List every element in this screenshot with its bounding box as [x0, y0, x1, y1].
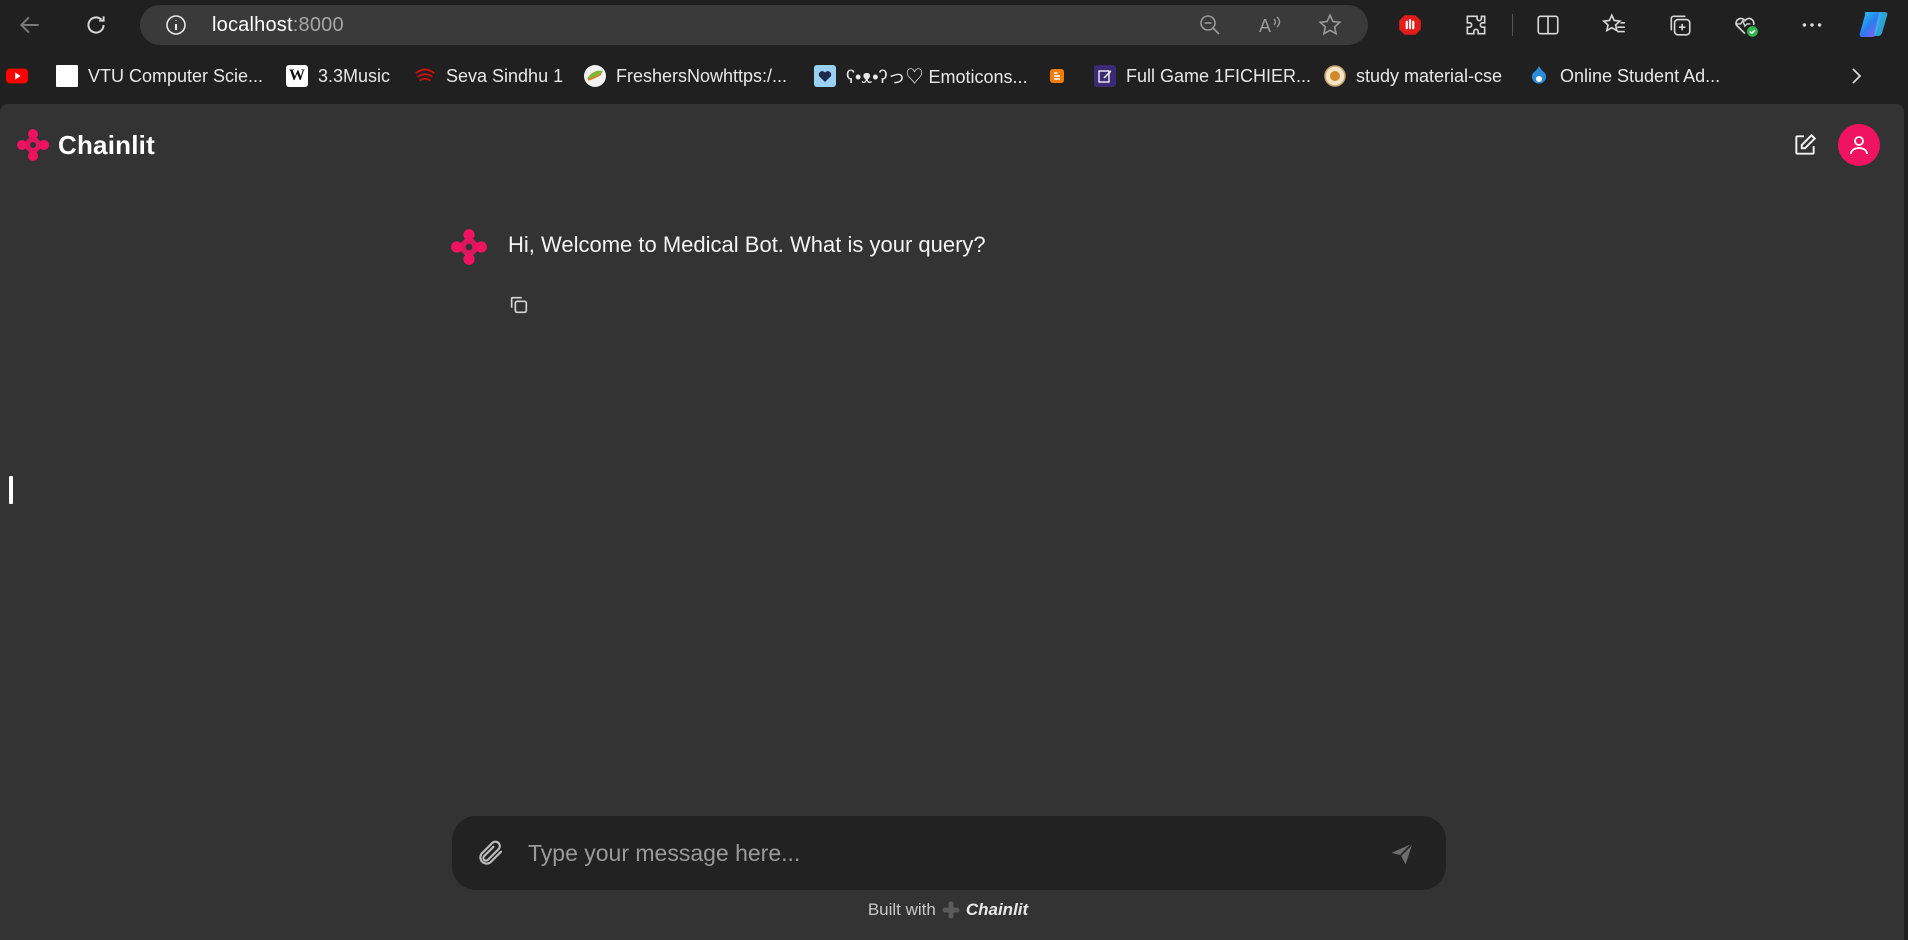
browser-essentials-heart-icon[interactable] [1728, 7, 1764, 43]
message-composer [452, 816, 1446, 890]
new-chat-button[interactable] [1790, 130, 1820, 160]
favorite-star-icon[interactable] [1312, 7, 1348, 43]
college-seal-icon [1324, 65, 1346, 87]
chainlit-page: Chainlit Hi, Welcome to Medical Bot. Wha… [0, 104, 1904, 940]
url-text[interactable]: localhost:8000 [212, 14, 344, 37]
copy-message-button[interactable] [506, 292, 532, 318]
copilot-icon[interactable] [1856, 6, 1892, 42]
built-with-footer[interactable]: Built with Chainlit [0, 900, 1896, 920]
blogger-icon [1046, 65, 1068, 87]
bookmark-label: FreshersNowhttps:/... [616, 65, 788, 86]
send-button[interactable] [1386, 838, 1418, 870]
favorites-icon[interactable] [1596, 7, 1632, 43]
brand-name: Chainlit [58, 129, 155, 160]
chevron-right-icon[interactable] [1838, 58, 1874, 94]
chainlit-logo: Chainlit [16, 128, 155, 162]
split-screen-icon[interactable] [1530, 7, 1566, 43]
drupal-icon [1528, 65, 1550, 87]
bookmark-full-game[interactable]: Full Game 1FICHIER... [1094, 57, 1311, 95]
bookmark-label: study material-cse [1356, 65, 1503, 86]
site-info-icon[interactable] [158, 7, 194, 43]
youtube-icon [6, 65, 28, 87]
bookmark-label: 3.3Music [318, 65, 391, 86]
edit-icon [1795, 133, 1817, 155]
chainlit-logo-icon [17, 129, 49, 161]
seva-sindhu-icon [414, 65, 436, 87]
back-arrow-icon[interactable] [12, 7, 48, 43]
bookmark-label: VTU Computer Scie... [88, 65, 264, 86]
url-port: :8000 [292, 13, 344, 36]
bookmark-study-material[interactable]: study material-cse [1324, 57, 1502, 95]
assistant-avatar [450, 228, 488, 266]
bookmark-label: Full Game 1FICHIER... [1126, 65, 1312, 86]
bookmark-freshersnow[interactable]: FreshersNowhttps:/... [584, 57, 787, 95]
address-bar[interactable]: localhost:8000 A [140, 5, 1368, 45]
built-with-text: Built with [867, 900, 936, 919]
bookmarks-bar: VTU Computer Scie... W 3.3Music Seva Sin… [0, 57, 1908, 95]
adblock-hand-icon[interactable] [1392, 7, 1428, 43]
paperclip-icon [479, 840, 503, 865]
bookmark-seva-sindhu[interactable]: Seva Sindhu 1 [414, 57, 563, 95]
refresh-icon[interactable] [78, 7, 114, 43]
freshersnow-icon [584, 65, 606, 87]
more-options-icon[interactable] [1794, 7, 1830, 43]
message-input[interactable] [528, 830, 1328, 876]
read-aloud-icon[interactable]: A [1252, 7, 1288, 43]
heart-icon [814, 65, 836, 87]
bookmark-label: Seva Sindhu 1 [446, 65, 564, 86]
edit-doc-icon [1094, 65, 1116, 87]
chainlit-avatar-icon [451, 229, 487, 265]
chainlit-small-logo-icon [942, 901, 960, 919]
built-with-brand: Chainlit [965, 900, 1029, 919]
copy-icon [510, 296, 528, 314]
bookmark-youtube[interactable] [6, 57, 38, 95]
bookmark-emoticons[interactable]: ʕ•ᴥ•ʔっ♡ Emoticons... [814, 57, 1028, 95]
bookmark-label: ʕ•ᴥ•ʔっ♡ Emoticons... [846, 67, 1028, 87]
bookmark-label: Online Student Ad... [1560, 65, 1721, 86]
bookmark-music[interactable]: W 3.3Music [286, 57, 390, 95]
browser-toolbar: localhost:8000 A [0, 0, 1908, 50]
browser-window: localhost:8000 A VTU Computer Scie... W … [0, 0, 1908, 940]
text-cursor [9, 476, 13, 504]
blank-page-icon [56, 65, 78, 87]
url-host: localhost [212, 13, 293, 36]
user-icon [1850, 136, 1868, 155]
bookmark-blogger[interactable] [1046, 57, 1078, 95]
toolbar-divider [1512, 14, 1513, 36]
svg-text:A: A [1259, 16, 1271, 36]
bookmark-vtu[interactable]: VTU Computer Scie... [56, 57, 263, 95]
wikipedia-icon: W [286, 65, 308, 87]
assistant-message: Hi, Welcome to Medical Bot. What is your… [508, 232, 986, 257]
user-menu-button[interactable] [1838, 124, 1880, 166]
attach-file-button[interactable] [474, 836, 508, 870]
collections-icon[interactable] [1662, 7, 1698, 43]
bookmark-online-student[interactable]: Online Student Ad... [1528, 57, 1720, 95]
send-icon [1391, 842, 1414, 865]
extensions-puzzle-icon[interactable] [1458, 7, 1494, 43]
zoom-out-icon[interactable] [1192, 7, 1228, 43]
